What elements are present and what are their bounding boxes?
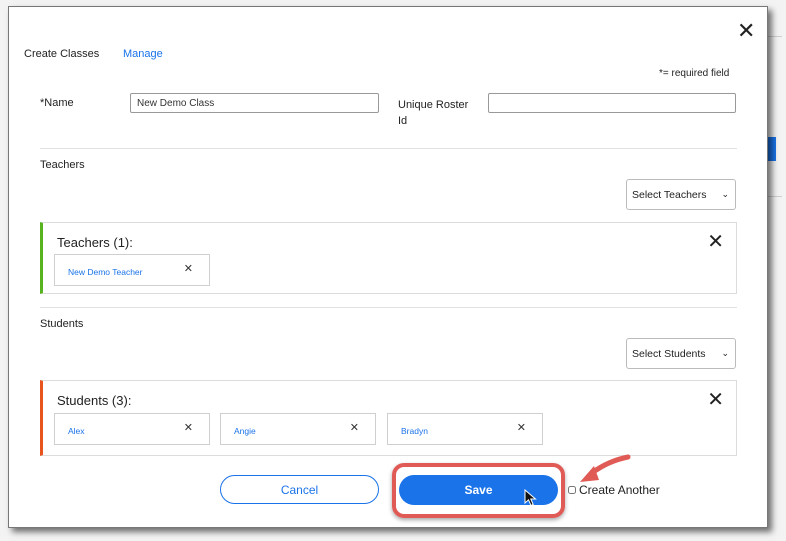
name-label: *Name (40, 97, 74, 109)
teachers-box-title: Teachers (1): (57, 235, 133, 250)
select-teachers-dropdown[interactable]: Select Teachers ⌄ (626, 179, 736, 210)
annotation-arrow-icon (580, 454, 631, 482)
divider (40, 148, 737, 149)
student-chip: Alex ✕ (54, 413, 210, 445)
close-icon[interactable]: ✕ (737, 20, 755, 42)
teachers-box: Teachers (1): ✕ New Demo Teacher ✕ (40, 222, 737, 294)
cursor-pointer-icon (524, 489, 537, 507)
remove-icon[interactable]: ✕ (184, 421, 193, 434)
teacher-name[interactable]: New Demo Teacher (68, 267, 143, 277)
student-name[interactable]: Bradyn (401, 426, 428, 436)
remove-icon[interactable]: ✕ (184, 262, 193, 275)
chevron-down-icon: ⌄ (721, 189, 729, 199)
close-icon[interactable]: ✕ (707, 387, 724, 412)
teachers-section-label: Teachers (40, 159, 85, 171)
students-section-label: Students (40, 318, 84, 330)
roster-id-label: Unique Roster Id (398, 99, 469, 127)
student-name[interactable]: Angie (234, 426, 256, 436)
students-box-title: Students (3): (57, 393, 132, 408)
required-field-note: *= required field (659, 68, 730, 79)
cancel-button[interactable]: Cancel (220, 475, 379, 504)
teacher-chip: New Demo Teacher ✕ (54, 254, 210, 286)
select-students-label: Select Students (632, 347, 706, 360)
tab-create-classes[interactable]: Create Classes (24, 48, 99, 60)
tab-manage[interactable]: Manage (123, 48, 163, 60)
roster-id-input[interactable] (488, 93, 736, 113)
create-class-modal: ✕ Create Classes Manage *= required fiel… (8, 6, 768, 528)
student-chip: Bradyn ✕ (387, 413, 543, 445)
background-divider (768, 36, 782, 37)
background-divider (768, 196, 782, 197)
select-teachers-label: Select Teachers (632, 188, 707, 201)
select-students-dropdown[interactable]: Select Students ⌄ (626, 338, 736, 369)
name-input[interactable] (130, 93, 379, 113)
remove-icon[interactable]: ✕ (517, 421, 526, 434)
student-name[interactable]: Alex (68, 426, 85, 436)
divider (40, 307, 737, 308)
students-box: Students (3): ✕ Alex ✕ Angie ✕ Bradyn ✕ (40, 380, 737, 456)
remove-icon[interactable]: ✕ (350, 421, 359, 434)
close-icon[interactable]: ✕ (707, 229, 724, 254)
student-chip: Angie ✕ (220, 413, 376, 445)
chevron-down-icon: ⌄ (721, 348, 729, 358)
background-blue-tab (768, 137, 776, 161)
